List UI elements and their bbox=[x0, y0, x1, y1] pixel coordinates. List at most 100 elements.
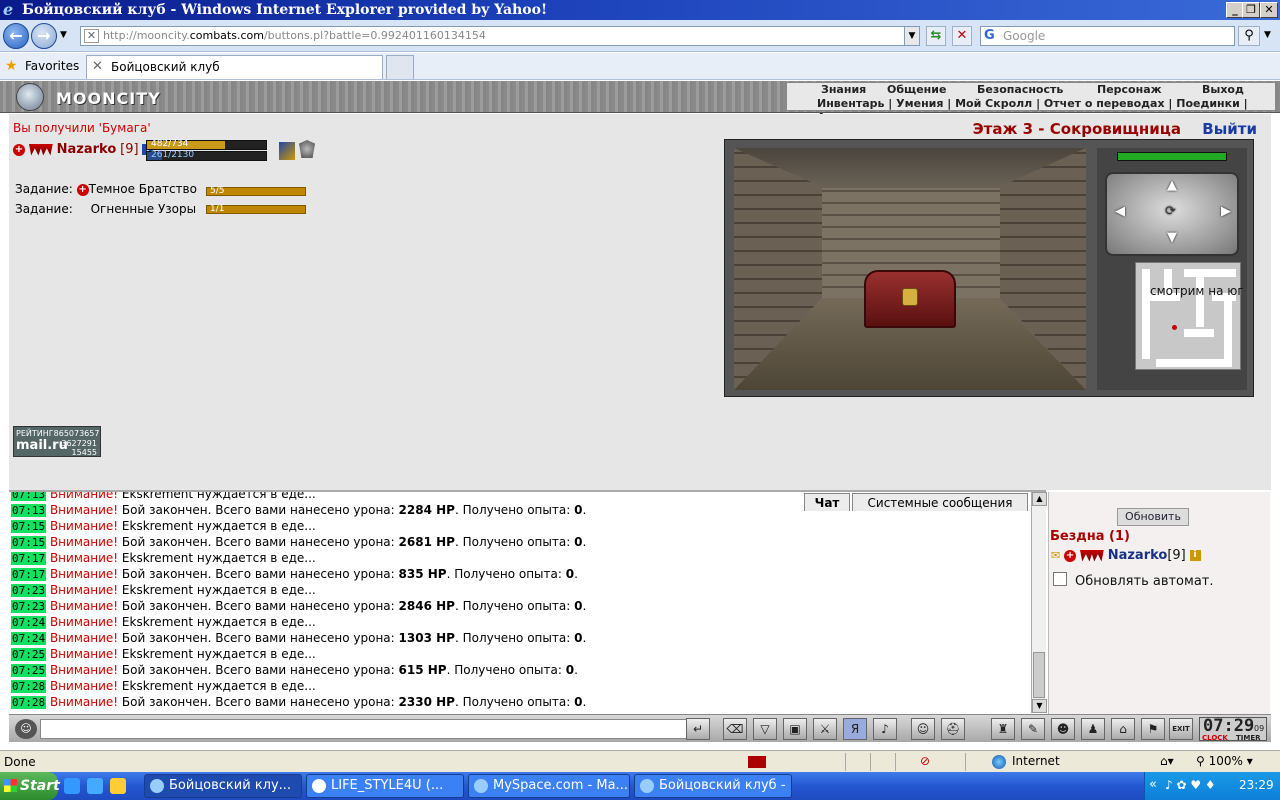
menu-knowledge[interactable]: Знания bbox=[821, 83, 866, 97]
status-divider bbox=[870, 753, 871, 771]
chat-lines: 07:13 Внимание! Ekskrement нуждается в е… bbox=[11, 492, 1031, 710]
timer-label[interactable]: TIMER bbox=[1236, 734, 1261, 742]
start-label: Start bbox=[20, 778, 60, 794]
treasure-chest[interactable] bbox=[864, 270, 956, 328]
effect-scroll-icon[interactable] bbox=[279, 142, 295, 160]
browser-tab-active[interactable]: ✕ Бойцовский клуб bbox=[86, 55, 383, 79]
chat-timestamp[interactable]: 07:17 bbox=[11, 568, 47, 581]
exit-door-icon[interactable]: EXIT bbox=[1169, 718, 1193, 740]
bag-icon[interactable]: ♜ bbox=[991, 718, 1015, 740]
address-input[interactable]: ✕ http://mooncity.combats.com/buttons.pl… bbox=[80, 26, 920, 46]
chat-timestamp[interactable]: 07:24 bbox=[11, 616, 47, 629]
chat-timestamp[interactable]: 07:13 bbox=[11, 492, 47, 501]
private-msg-icon[interactable]: ✉ bbox=[1051, 549, 1060, 562]
refresh-icon[interactable]: ⇆ bbox=[926, 26, 946, 46]
turn-left-icon[interactable]: ◀ bbox=[1115, 204, 1125, 219]
search-icon[interactable]: ⚲ bbox=[1238, 26, 1260, 46]
quill-icon[interactable]: ✎ bbox=[1021, 718, 1045, 740]
stop-icon[interactable]: ✕ bbox=[952, 26, 972, 46]
history-dropdown-icon[interactable]: ▼ bbox=[60, 30, 67, 40]
scroll-up-icon[interactable]: ▲ bbox=[1032, 492, 1047, 506]
fighter-icon[interactable]: ⚔ bbox=[813, 718, 837, 740]
smiley-icon[interactable]: ☺ bbox=[911, 718, 935, 740]
zoom-control[interactable]: ⚲ 100% ▾ bbox=[1196, 754, 1253, 768]
scroll-down-icon[interactable]: ▼ bbox=[1032, 699, 1047, 713]
favorites-button[interactable]: Favorites bbox=[25, 59, 79, 73]
chat-timestamp[interactable]: 07:25 bbox=[11, 648, 47, 661]
url-path: /buttons.pl?battle=0.992401160134154 bbox=[263, 29, 486, 42]
room-player-name[interactable]: Nazarko bbox=[1108, 548, 1168, 563]
exit-link[interactable]: Выйти bbox=[1202, 120, 1257, 138]
player-name[interactable]: Nazarko bbox=[57, 142, 117, 157]
flag-icon[interactable]: ⚑ bbox=[1141, 718, 1165, 740]
quicklaunch-app-icon[interactable] bbox=[110, 778, 126, 794]
chat-warning-label: Внимание! bbox=[49, 583, 119, 597]
helmet-icon[interactable]: ⛑ bbox=[941, 718, 965, 740]
chat-timestamp[interactable]: 07:13 bbox=[11, 504, 47, 517]
chat-input[interactable] bbox=[40, 719, 690, 739]
popup-blocked-icon[interactable]: ⊘ bbox=[920, 754, 930, 768]
chat-timestamp[interactable]: 07:23 bbox=[11, 600, 47, 613]
maximize-button[interactable]: ❐ bbox=[1242, 2, 1260, 18]
taskbar-item-combats-2[interactable]: Бойцовский клуб - ... bbox=[634, 774, 792, 798]
chat-head-icon[interactable]: ☺ bbox=[15, 719, 37, 739]
save-icon[interactable]: ▣ bbox=[783, 718, 807, 740]
translit-icon[interactable]: Я bbox=[843, 718, 867, 740]
taskbar-item-lifestyle[interactable]: LIFE_STYLE4U (... bbox=[306, 774, 464, 798]
menu-security[interactable]: Безопасность bbox=[977, 83, 1063, 97]
tab-system-messages[interactable]: Системные сообщения bbox=[852, 493, 1028, 511]
quicklaunch-ie-icon[interactable] bbox=[64, 778, 80, 794]
quicklaunch-desktop-icon[interactable] bbox=[87, 778, 103, 794]
chat-timestamp[interactable]: 07:24 bbox=[11, 632, 47, 645]
menu-social[interactable]: Общение bbox=[887, 83, 946, 97]
chat-scrollbar[interactable]: ▲ ▼ bbox=[1031, 492, 1047, 713]
room-player-info-icon[interactable]: i bbox=[1189, 550, 1201, 561]
taskbar-item-combats-1[interactable]: Бойцовский клу... bbox=[144, 774, 302, 798]
protected-mode-icon[interactable]: ⌂▾ bbox=[1160, 754, 1174, 768]
address-dropdown-icon[interactable]: ▼ bbox=[904, 26, 920, 46]
search-options-icon[interactable]: ▼ bbox=[1264, 30, 1271, 40]
face-icon[interactable]: ☻ bbox=[1051, 718, 1075, 740]
chat-timestamp[interactable]: 07:15 bbox=[11, 536, 47, 549]
taskbar-item-myspace[interactable]: MySpace.com - Ma... bbox=[468, 774, 630, 798]
move-forward-icon[interactable]: ▲ bbox=[1167, 178, 1177, 193]
tab-chat[interactable]: Чат bbox=[804, 493, 850, 511]
search-input[interactable]: G Google bbox=[980, 26, 1235, 46]
shield-icon[interactable] bbox=[299, 140, 315, 158]
menu-character[interactable]: Персонаж bbox=[1097, 83, 1162, 97]
game-menu-bottom[interactable]: Инвентарь | Умения | Мой Скролл | Отчет … bbox=[787, 97, 1277, 124]
send-icon[interactable]: ↵ bbox=[686, 718, 710, 740]
chat-timestamp[interactable]: 07:15 bbox=[11, 520, 47, 533]
eraser-icon[interactable]: ⌫ bbox=[723, 718, 747, 740]
filter-icon[interactable]: ▽ bbox=[753, 718, 777, 740]
chat-timestamp[interactable]: 07:28 bbox=[11, 696, 47, 709]
rating-counter-badge[interactable]: РЕЙТИНГ865073657 mail.ru 3627291 15455 bbox=[13, 426, 101, 457]
favorites-star-icon[interactable]: ★ bbox=[5, 58, 18, 74]
refresh-view-icon[interactable]: ⟳ bbox=[1165, 204, 1176, 219]
chat-line: 07:24 Внимание! Ekskrement нуждается в е… bbox=[11, 614, 1031, 630]
clan-cross-icon: + bbox=[1064, 549, 1077, 562]
chat-timestamp[interactable]: 07:28 bbox=[11, 680, 47, 693]
forward-button[interactable]: → bbox=[31, 23, 57, 49]
tray-icons[interactable]: ♪ ✿ ♥ ♦ bbox=[1165, 778, 1216, 792]
lock-icon[interactable]: ⌂ bbox=[1111, 718, 1135, 740]
clock-label[interactable]: CLOCK bbox=[1202, 734, 1228, 742]
chat-timestamp[interactable]: 07:17 bbox=[11, 552, 47, 565]
refresh-button[interactable]: Обновить bbox=[1117, 508, 1189, 526]
new-tab-button[interactable] bbox=[386, 55, 414, 79]
menu-exit[interactable]: Выход bbox=[1202, 83, 1244, 97]
auto-refresh-checkbox[interactable] bbox=[1053, 572, 1067, 586]
sound-icon[interactable]: ♪ bbox=[873, 718, 897, 740]
room-player-entry[interactable]: ✉ + Nazarko[9] i bbox=[1051, 548, 1201, 564]
move-back-icon[interactable]: ▼ bbox=[1167, 230, 1177, 245]
chat-timestamp[interactable]: 07:23 bbox=[11, 584, 47, 597]
scroll-thumb[interactable] bbox=[1033, 652, 1045, 698]
tray-expand-icon[interactable]: « bbox=[1149, 777, 1157, 792]
close-button[interactable]: ✕ bbox=[1260, 2, 1278, 18]
start-button[interactable]: Start bbox=[0, 772, 60, 800]
user-info-icon[interactable]: ♟ bbox=[1081, 718, 1105, 740]
clan-fangs-icon bbox=[1079, 549, 1104, 562]
turn-right-icon[interactable]: ▶ bbox=[1221, 204, 1231, 219]
back-button[interactable]: ← bbox=[3, 23, 29, 49]
chat-timestamp[interactable]: 07:25 bbox=[11, 664, 47, 677]
